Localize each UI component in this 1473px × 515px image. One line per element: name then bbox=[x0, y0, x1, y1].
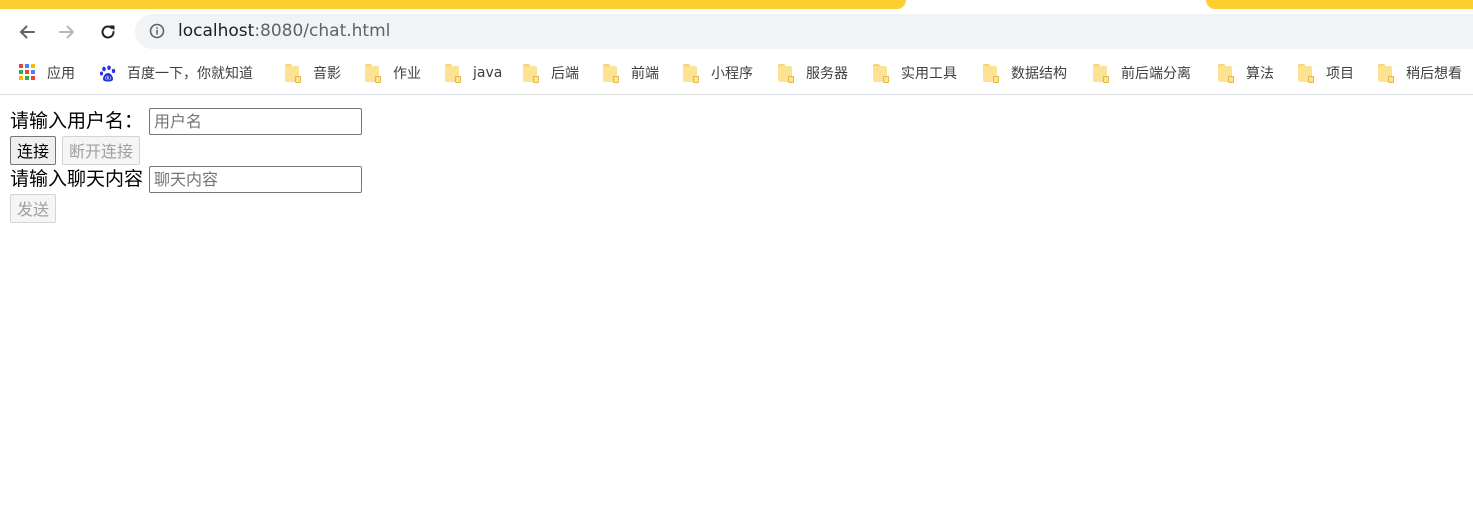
arrow-right-icon bbox=[59, 25, 74, 39]
bookmark-label: 数据结构 bbox=[1011, 66, 1067, 82]
bookmark-folder[interactable]: 前后端分离 bbox=[1093, 63, 1191, 83]
bookmark-label: 小程序 bbox=[711, 66, 753, 82]
folder-icon bbox=[778, 64, 796, 83]
folder-icon bbox=[1298, 64, 1316, 83]
reload-button[interactable] bbox=[95, 19, 121, 45]
bookmark-folder[interactable]: 项目 bbox=[1298, 63, 1354, 83]
chat-form: 请输入用户名： 连接 断开连接 请输入聊天内容 发送 bbox=[10, 107, 363, 223]
bookmark-folder[interactable]: 前端 bbox=[603, 63, 659, 83]
info-icon[interactable] bbox=[149, 23, 165, 39]
tab-background-right[interactable] bbox=[1206, 0, 1473, 9]
folder-icon bbox=[603, 64, 621, 83]
bookmark-label: 音影 bbox=[313, 66, 341, 82]
back-button[interactable] bbox=[14, 19, 40, 45]
folder-icon bbox=[445, 64, 463, 83]
folder-icon bbox=[1218, 64, 1236, 83]
message-input[interactable] bbox=[149, 165, 363, 193]
bookmark-folder[interactable]: 实用工具 bbox=[873, 63, 957, 83]
folder-icon bbox=[683, 64, 701, 83]
bookmark-baidu[interactable]: du 百度一下，你就知道 bbox=[99, 63, 253, 83]
send-row: 发送 bbox=[10, 193, 362, 223]
bookmark-label: 作业 bbox=[393, 66, 421, 82]
send-button[interactable]: 发送 bbox=[10, 193, 57, 223]
bookmark-folder[interactable]: 作业 bbox=[365, 63, 421, 83]
bookmarks-bar: 应用 du 百度一下，你就知道 音影 作业 java 后端 前端 小程序 服务器… bbox=[0, 54, 1473, 95]
bookmark-label: 百度一下，你就知道 bbox=[127, 66, 253, 82]
url-host: localhost bbox=[178, 21, 255, 41]
message-row: 请输入聊天内容 bbox=[10, 165, 363, 193]
address-bar[interactable]: localhost:8080/chat.html bbox=[135, 14, 1473, 49]
bookmark-label: 前端 bbox=[631, 66, 659, 82]
bookmark-folder[interactable]: 小程序 bbox=[683, 63, 753, 83]
folder-icon bbox=[1378, 64, 1396, 83]
arrow-left-icon bbox=[20, 25, 35, 39]
forward-button[interactable] bbox=[54, 19, 80, 45]
username-row: 请输入用户名： bbox=[10, 107, 363, 135]
bookmark-label: 服务器 bbox=[806, 66, 848, 82]
bookmark-label: 前后端分离 bbox=[1121, 66, 1191, 82]
tab-strip bbox=[0, 0, 1473, 10]
connect-row: 连接 断开连接 bbox=[10, 135, 362, 165]
folder-icon bbox=[285, 64, 303, 83]
bookmark-folder[interactable]: 数据结构 bbox=[983, 63, 1067, 83]
browser-toolbar: localhost:8080/chat.html bbox=[0, 10, 1473, 54]
bookmark-label: 后端 bbox=[551, 66, 579, 82]
bookmark-folder[interactable]: 服务器 bbox=[778, 63, 848, 83]
reload-icon bbox=[101, 25, 115, 39]
tab-background-left[interactable] bbox=[0, 0, 906, 9]
url-text[interactable]: localhost:8080/chat.html bbox=[178, 21, 390, 41]
apps-grid-icon bbox=[19, 64, 37, 82]
bookmark-label: 稍后想看 bbox=[1406, 66, 1462, 82]
message-label: 请输入聊天内容 bbox=[10, 168, 144, 190]
folder-icon bbox=[873, 64, 891, 83]
url-path: :8080/chat.html bbox=[254, 21, 391, 41]
bookmark-label: java bbox=[473, 65, 503, 81]
folder-icon bbox=[1093, 64, 1111, 83]
bookmark-label: 算法 bbox=[1246, 66, 1274, 82]
baidu-paw-icon: du bbox=[99, 64, 117, 82]
bookmark-folder[interactable]: 算法 bbox=[1218, 63, 1274, 83]
connect-button[interactable]: 连接 bbox=[10, 135, 57, 165]
folder-icon bbox=[983, 64, 1001, 83]
svg-text:du: du bbox=[105, 76, 111, 82]
bookmark-folder[interactable]: 音影 bbox=[285, 63, 341, 83]
username-input[interactable] bbox=[149, 107, 363, 135]
bookmark-apps[interactable]: 应用 bbox=[19, 63, 75, 83]
bookmark-label: 应用 bbox=[47, 66, 75, 82]
folder-icon bbox=[523, 64, 541, 83]
username-label: 请输入用户名： bbox=[10, 110, 144, 132]
bookmark-folder[interactable]: 稍后想看 bbox=[1378, 63, 1462, 83]
disconnect-button[interactable]: 断开连接 bbox=[62, 135, 141, 165]
bookmark-folder[interactable]: 后端 bbox=[523, 63, 579, 83]
folder-icon bbox=[365, 64, 383, 83]
bookmark-label: 实用工具 bbox=[901, 66, 957, 82]
bookmark-folder[interactable]: java bbox=[445, 63, 502, 83]
bookmark-label: 项目 bbox=[1326, 66, 1354, 82]
